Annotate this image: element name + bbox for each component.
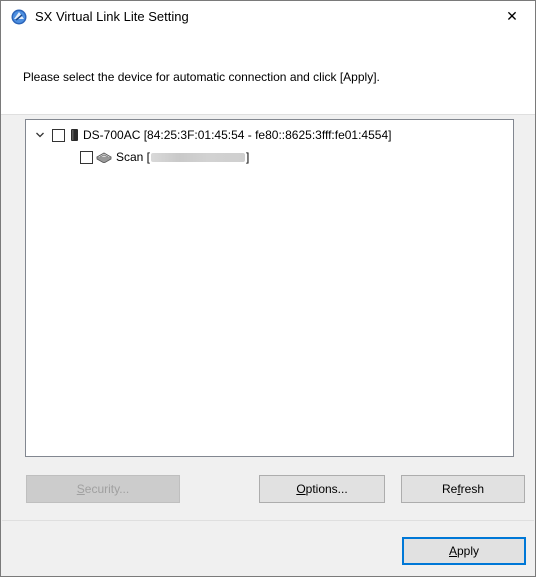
scan-label: Scan [] <box>116 150 249 164</box>
security-mnemonic: S <box>76 482 85 496</box>
refresh-label-after: resh <box>460 482 485 496</box>
device-checkbox[interactable] <box>52 128 65 142</box>
close-icon: ✕ <box>506 8 518 24</box>
scan-label-suffix: ] <box>246 150 250 164</box>
options-label: ptions... <box>305 482 348 496</box>
options-mnemonic: O <box>296 482 306 496</box>
scan-label-prefix: Scan [ <box>116 150 151 164</box>
app-icon <box>11 9 27 25</box>
button-separator <box>2 520 534 521</box>
apply-button[interactable]: Apply <box>402 537 526 565</box>
security-button[interactable]: Security... <box>26 475 180 503</box>
instruction-panel: Please select the device for automatic c… <box>1 32 535 115</box>
device-icon <box>70 128 79 142</box>
tree-node-device[interactable]: DS-700AC [84:25:3F:01:45:54 - fe80::8625… <box>34 127 391 143</box>
apply-label: pply <box>457 544 480 558</box>
device-tree[interactable]: DS-700AC [84:25:3F:01:45:54 - fe80::8625… <box>25 119 514 457</box>
device-label: DS-700AC [84:25:3F:01:45:54 - fe80::8625… <box>83 128 392 142</box>
redacted-address <box>151 153 246 162</box>
title-bar[interactable]: SX Virtual Link Lite Setting ✕ <box>1 1 535 32</box>
instruction-text: Please select the device for automatic c… <box>23 70 380 84</box>
refresh-label-before: Re <box>441 482 458 496</box>
window-title: SX Virtual Link Lite Setting <box>35 9 189 24</box>
options-button[interactable]: Options... <box>259 475 385 503</box>
tree-node-scan[interactable]: Scan [] <box>80 149 249 165</box>
dialog-window: SX Virtual Link Lite Setting ✕ Please se… <box>0 0 536 577</box>
scanner-icon <box>96 151 112 163</box>
scan-checkbox[interactable] <box>80 150 93 164</box>
security-label: ecurity... <box>84 482 130 496</box>
refresh-button[interactable]: Re f resh <box>401 475 525 503</box>
close-button[interactable]: ✕ <box>489 1 535 32</box>
apply-mnemonic: A <box>448 544 457 558</box>
chevron-down-icon[interactable] <box>34 129 46 141</box>
